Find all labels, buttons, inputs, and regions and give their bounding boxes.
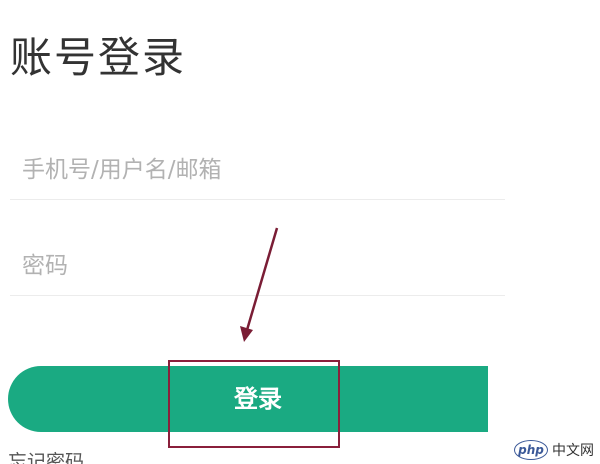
login-button[interactable]: 登录 — [8, 366, 488, 432]
php-logo: php — [514, 440, 548, 460]
page-title: 账号登录 — [10, 33, 187, 83]
login-button-label: 登录 — [234, 384, 282, 413]
watermark-site-name: 中文网 — [552, 443, 594, 459]
password-input[interactable] — [10, 236, 505, 296]
account-input[interactable] — [10, 140, 505, 200]
login-page: 账号登录 登录 忘记密码 php 中文网 — [0, 0, 600, 464]
watermark: php 中文网 — [514, 440, 594, 460]
forgot-password-link[interactable]: 忘记密码 — [8, 450, 84, 464]
